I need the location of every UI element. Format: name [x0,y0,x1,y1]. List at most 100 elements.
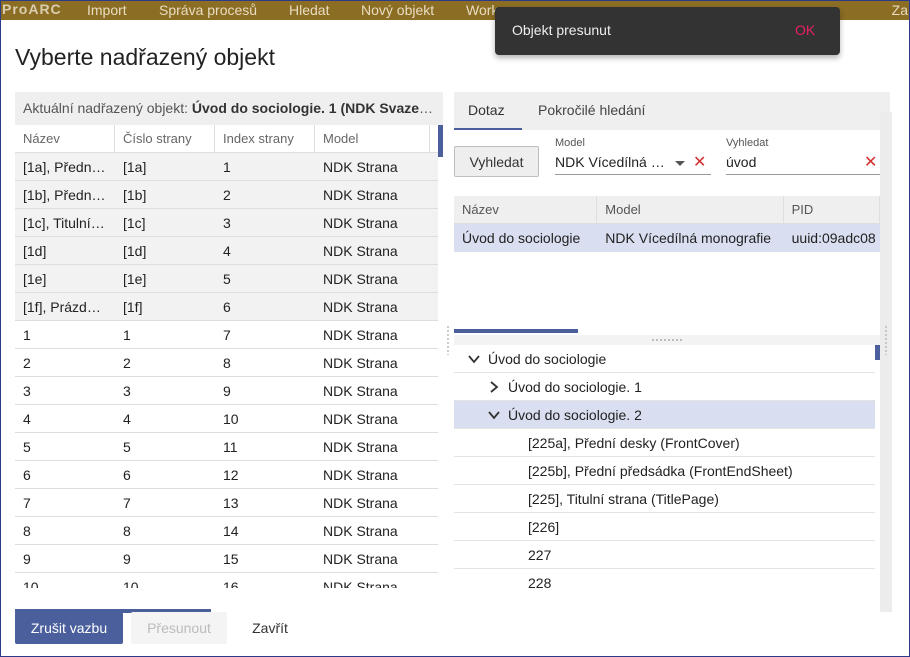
search-button[interactable]: Vyhledat [454,146,539,177]
results-tree-splitter[interactable] [454,335,880,345]
result-model: NDK Vícedílná monografie [605,230,772,246]
chevron-right-icon[interactable] [488,373,502,401]
tree-node[interactable]: [225], Titulní strana (TitlePage) [454,485,875,513]
chevron-down-icon[interactable] [488,401,502,429]
move-button[interactable]: Přesunout [131,612,227,644]
children-table-vscroll[interactable] [438,125,443,157]
right-edge-bar [880,112,892,612]
model-select[interactable]: NDK Vícedílná monografie ✕ [555,151,711,175]
nav-new-object[interactable]: Nový objekt [361,2,434,18]
result-name: Úvod do sociologie [462,230,581,246]
cell-page-number: 3 [123,383,131,399]
chevron-down-icon[interactable] [675,161,685,166]
tree-node-label: Úvod do sociologie. 1 [508,379,642,395]
tree-node[interactable]: Úvod do sociologie. 1 [454,373,875,401]
cell-name: [1d] [23,243,47,259]
table-row[interactable]: 8 8 14 NDK Strana [15,517,438,545]
tree-node[interactable]: Úvod do sociologie. 2 [454,401,875,429]
table-row[interactable]: [1b], Přední předsádka [1b] 2 NDK Strana [15,181,438,209]
unlink-button[interactable]: Zrušit vazbu [15,612,123,644]
cell-page-index: 11 [223,439,238,455]
col-header-page-number[interactable]: Číslo strany [115,125,215,152]
cell-page-number: [1a] [123,159,147,175]
table-row[interactable]: 10 10 16 NDK Strana [15,573,438,588]
tree-node[interactable]: [225b], Přední předsádka (FrontEndSheet) [454,457,875,485]
cell-name: [1a], Přední desky [23,159,115,175]
cell-name: 1 [23,327,31,343]
table-row[interactable]: 5 5 11 NDK Strana [15,433,438,461]
cell-model: NDK Strana [323,467,398,483]
object-tree: Úvod do sociologie Úvod do sociologie. 1 Ú… [454,345,875,592]
tree-node[interactable]: 227 [454,541,875,569]
chevron-down-icon[interactable] [468,345,482,373]
clear-model-icon[interactable]: ✕ [693,155,706,171]
cell-page-index: 8 [223,355,231,371]
tree-node-label: [225b], Přední předsádka (FrontEndSheet) [528,463,793,479]
search-tabs: Dotaz Pokročilé hledání [454,92,890,130]
cell-page-number: 1 [123,327,131,343]
nav-work[interactable]: Work [466,2,498,18]
tab-advanced-search[interactable]: Pokročilé hledání [524,92,659,130]
cell-page-number: [1b] [123,187,147,203]
cell-name: 8 [23,523,31,539]
table-row[interactable]: [1d] [1d] 4 NDK Strana [15,237,438,265]
cell-page-index: 15 [223,551,239,567]
close-button[interactable]: Zavřít [235,612,305,644]
table-row[interactable]: 9 9 15 NDK Strana [15,545,438,573]
tree-node[interactable]: Úvod do sociologie [454,345,875,373]
panel-splitter-right[interactable] [884,325,888,355]
cell-page-number: 10 [123,579,139,588]
tree-node[interactable]: 228 [454,569,875,592]
table-row[interactable]: 7 7 13 NDK Strana [15,489,438,517]
tab-query[interactable]: Dotaz [454,92,522,130]
select-parent-dialog: Vyberte nadřazený objekt Aktuální nadřaz… [0,20,910,657]
tree-node[interactable]: [225a], Přední desky (FrontCover) [454,429,875,457]
table-row[interactable]: 1 1 7 NDK Strana [15,321,438,349]
nav-import[interactable]: Import [87,2,127,18]
cell-model: NDK Strana [323,299,398,315]
table-row[interactable]: Úvod do sociologie NDK Vícedílná monogra… [454,224,880,252]
table-row[interactable]: [1a], Přední desky [1a] 1 NDK Strana [15,153,438,181]
panel-splitter-left[interactable] [446,325,450,355]
current-children-panel: Aktuální nadřazený objekt: Úvod do socio… [15,92,443,613]
cell-model: NDK Strana [323,355,398,371]
cell-page-number: [1c] [123,215,146,231]
col-header-model[interactable]: Model [315,125,430,152]
results-col-model[interactable]: Model [597,196,784,223]
cell-model: NDK Strana [323,495,398,511]
table-row[interactable]: 4 4 10 NDK Strana [15,405,438,433]
results-table-hscroll[interactable] [454,329,578,333]
nav-process-management[interactable]: Správa procesů [159,2,257,18]
cell-page-index: 6 [223,299,231,315]
table-row[interactable]: [1c], Titulní strana [1c] 3 NDK Strana [15,209,438,237]
nav-right[interactable]: Za [892,2,908,18]
children-table: Název Číslo strany Index strany Model [1… [15,125,438,588]
cell-model: NDK Strana [323,579,398,588]
cell-model: NDK Strana [323,523,398,539]
query-input-value: úvod [726,154,757,170]
nav-search[interactable]: Hledat [289,2,329,18]
table-row[interactable]: [1e] [1e] 5 NDK Strana [15,265,438,293]
cell-name: 5 [23,439,31,455]
table-row[interactable]: 6 6 12 NDK Strana [15,461,438,489]
snackbar: Objekt presunut OK [495,7,840,55]
col-header-page-index[interactable]: Index strany [215,125,315,152]
tree-node[interactable]: [226] [454,513,875,541]
table-row[interactable]: 3 3 9 NDK Strana [15,377,438,405]
snackbar-ok-button[interactable]: OK [795,22,815,38]
table-row[interactable]: [1f], Prázdná strana [1f] 6 NDK Strana [15,293,438,321]
cell-page-index: 16 [223,579,239,588]
current-parent-bar: Aktuální nadřazený objekt: Úvod do socio… [15,92,443,125]
cell-name: [1e] [23,271,47,287]
results-col-name[interactable]: Název [454,196,598,223]
clear-query-icon[interactable]: ✕ [864,155,877,171]
search-panel: Dotaz Pokročilé hledání Vyhledat Model N… [454,92,890,592]
results-col-pid[interactable]: PID [784,196,880,223]
tree-node-label: [226] [528,519,560,535]
col-header-name[interactable]: Název [15,125,115,152]
table-row[interactable]: 2 2 8 NDK Strana [15,349,438,377]
tree-node-label: Úvod do sociologie. 2 [508,407,642,423]
query-input[interactable]: úvod ✕ [726,151,880,175]
cell-name: [1f], Prázdná strana [23,299,115,315]
cell-page-number: 8 [123,523,131,539]
